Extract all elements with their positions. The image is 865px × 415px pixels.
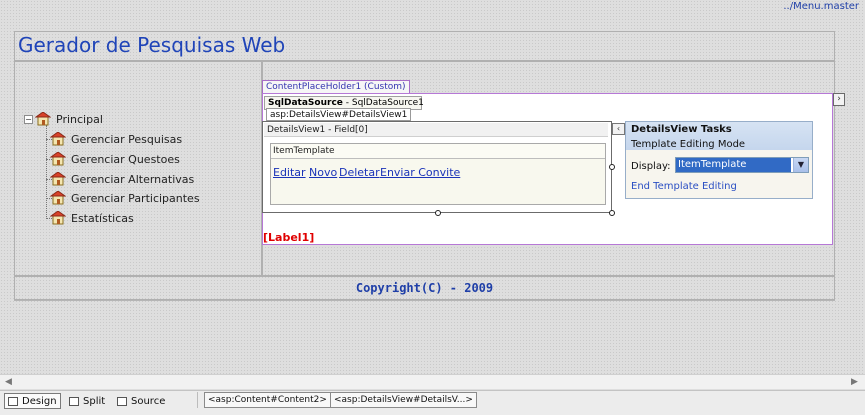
tree-node-label: Gerenciar Alternativas: [71, 172, 195, 186]
editar-link[interactable]: Editar: [273, 166, 306, 179]
content-placeholder-tab[interactable]: ContentPlaceHolder1 (Custom): [262, 80, 410, 93]
split-view-icon: [69, 396, 79, 406]
design-view-icon: [8, 396, 18, 406]
split-view-button[interactable]: Split: [66, 393, 108, 409]
design-view-button[interactable]: Design: [4, 393, 61, 409]
breadcrumb-detailsview[interactable]: <asp:DetailsView#DetailsV...>: [330, 392, 477, 408]
tree-node-gerenciar-pesquisas[interactable]: Gerenciar Pesquisas: [49, 131, 183, 146]
sqldatasource-type: SqlDataSource: [268, 98, 343, 108]
master-page-path[interactable]: ../Menu.master: [783, 1, 859, 12]
source-view-button[interactable]: Source: [114, 393, 168, 409]
page-title: Gerador de Pesquisas Web: [18, 33, 286, 57]
tree-node-gerenciar-questoes[interactable]: Gerenciar Questoes: [49, 151, 180, 166]
scroll-right-icon[interactable]: ▶: [848, 376, 861, 388]
end-template-editing-link[interactable]: End Template Editing: [631, 181, 737, 192]
tree-node-gerenciar-alternativas[interactable]: Gerenciar Alternativas: [49, 171, 195, 186]
sitemap-page-icon: [34, 111, 52, 126]
breadcrumb-content2[interactable]: <asp:Content#Content2>: [204, 392, 331, 408]
tree-node-estatisticas[interactable]: Estatísticas: [49, 210, 134, 225]
source-view-icon: [117, 396, 127, 406]
detailsview-header: DetailsView1 - Field[0]: [264, 123, 608, 137]
tree-node-label: Estatísticas: [71, 211, 134, 225]
display-select-value[interactable]: ItemTemplate: [676, 158, 791, 172]
split-view-label: Split: [83, 395, 106, 407]
detailsview-tag[interactable]: asp:DetailsView#DetailsView1: [266, 108, 412, 121]
label1-control[interactable]: [Label1]: [263, 231, 314, 244]
source-view-label: Source: [131, 395, 166, 407]
novo-link[interactable]: Novo: [309, 166, 337, 179]
tree-node-label: Principal: [56, 112, 103, 126]
tree-node-label: Gerenciar Pesquisas: [71, 132, 183, 146]
sitemap-page-icon: [49, 210, 67, 225]
tree-node-label: Gerenciar Participantes: [71, 191, 200, 205]
tasks-panel-title: DetailsView Tasks: [631, 124, 732, 135]
scroll-left-icon[interactable]: ◀: [2, 376, 15, 388]
design-view-label: Design: [22, 395, 57, 407]
resize-handle[interactable]: [435, 210, 441, 216]
resize-handle[interactable]: [609, 164, 615, 170]
tasks-panel-subtitle: Template Editing Mode: [631, 139, 746, 150]
sitemap-page-icon: [49, 190, 67, 205]
sitemap-page-icon: [49, 171, 67, 186]
item-template-header: ItemTemplate: [271, 144, 605, 159]
sqldatasource-id: - SqlDataSource1: [342, 98, 424, 108]
menu-cell: [14, 61, 262, 276]
copyright-text: Copyright(C) - 2009: [355, 281, 494, 295]
sitemap-page-icon: [49, 131, 67, 146]
enviar-convite-link[interactable]: Enviar Convite: [380, 166, 460, 179]
horizontal-scrollbar[interactable]: [0, 374, 865, 389]
tree-node-label: Gerenciar Questoes: [71, 152, 180, 166]
display-label: Display:: [631, 161, 671, 172]
tree-node-gerenciar-participantes[interactable]: Gerenciar Participantes: [49, 190, 200, 205]
chevron-right-icon[interactable]: ›: [833, 93, 845, 106]
dropdown-arrow-icon[interactable]: ▼: [793, 158, 808, 172]
tree-collapse-icon[interactable]: −: [24, 114, 33, 124]
bar-separator: [197, 392, 198, 408]
tree-node-principal[interactable]: − Principal: [24, 111, 103, 126]
deletar-link[interactable]: Deletar: [339, 166, 380, 179]
smart-tag-arrow-icon[interactable]: ‹: [612, 123, 625, 135]
sitemap-page-icon: [49, 151, 67, 166]
resize-handle[interactable]: [609, 210, 615, 216]
